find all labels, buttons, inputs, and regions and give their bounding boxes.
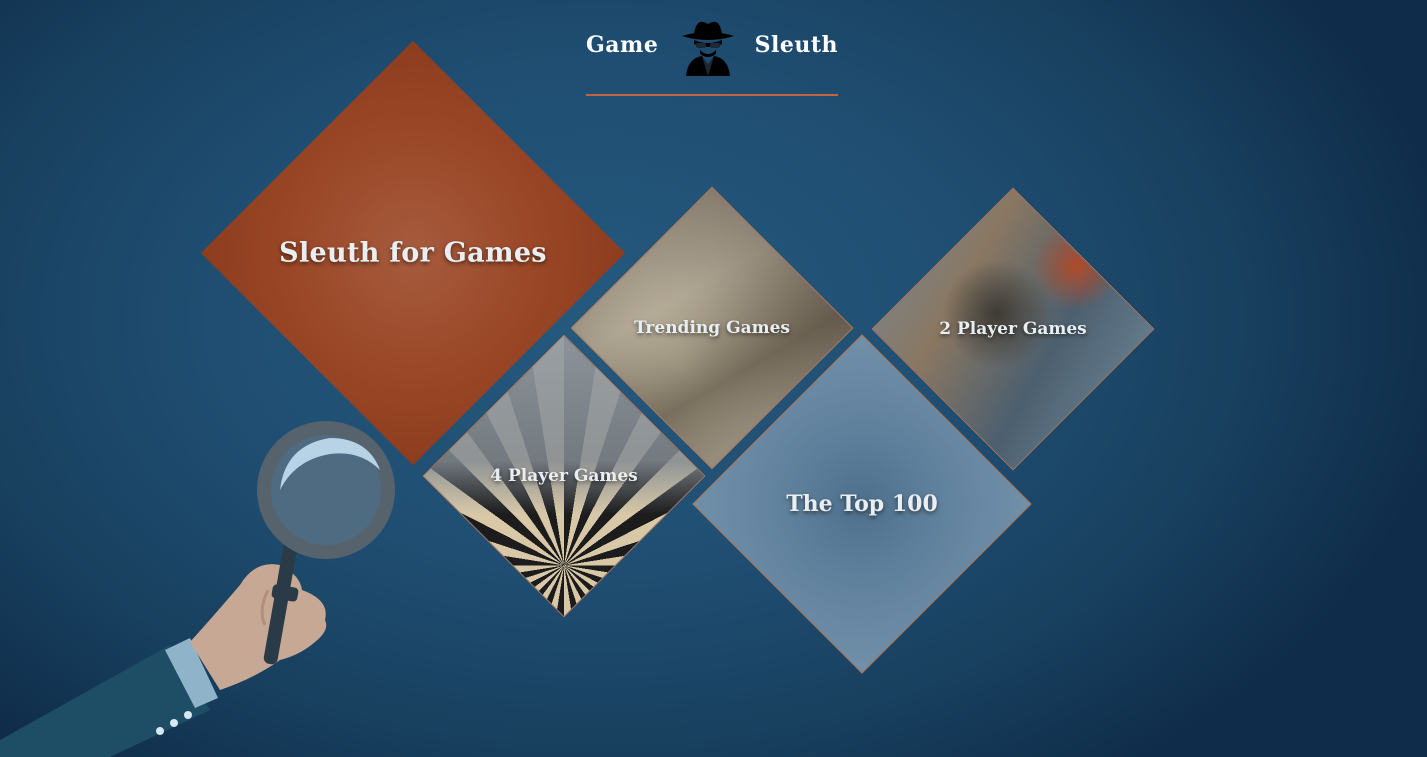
site-header: Game Sleuth <box>586 12 838 96</box>
four-player-games-label: 4 Player Games <box>490 466 638 486</box>
top-100-label: The Top 100 <box>786 491 938 517</box>
magnifying-glass-hand-icon <box>0 421 395 757</box>
brand-word-sleuth: Sleuth <box>754 32 838 58</box>
trending-games-label: Trending Games <box>634 318 790 338</box>
brand-word-game: Game <box>586 32 659 58</box>
sleuth-for-games-label: Sleuth for Games <box>279 237 547 269</box>
two-player-games-label: 2 Player Games <box>939 319 1087 339</box>
spy-icon[interactable] <box>676 14 740 78</box>
